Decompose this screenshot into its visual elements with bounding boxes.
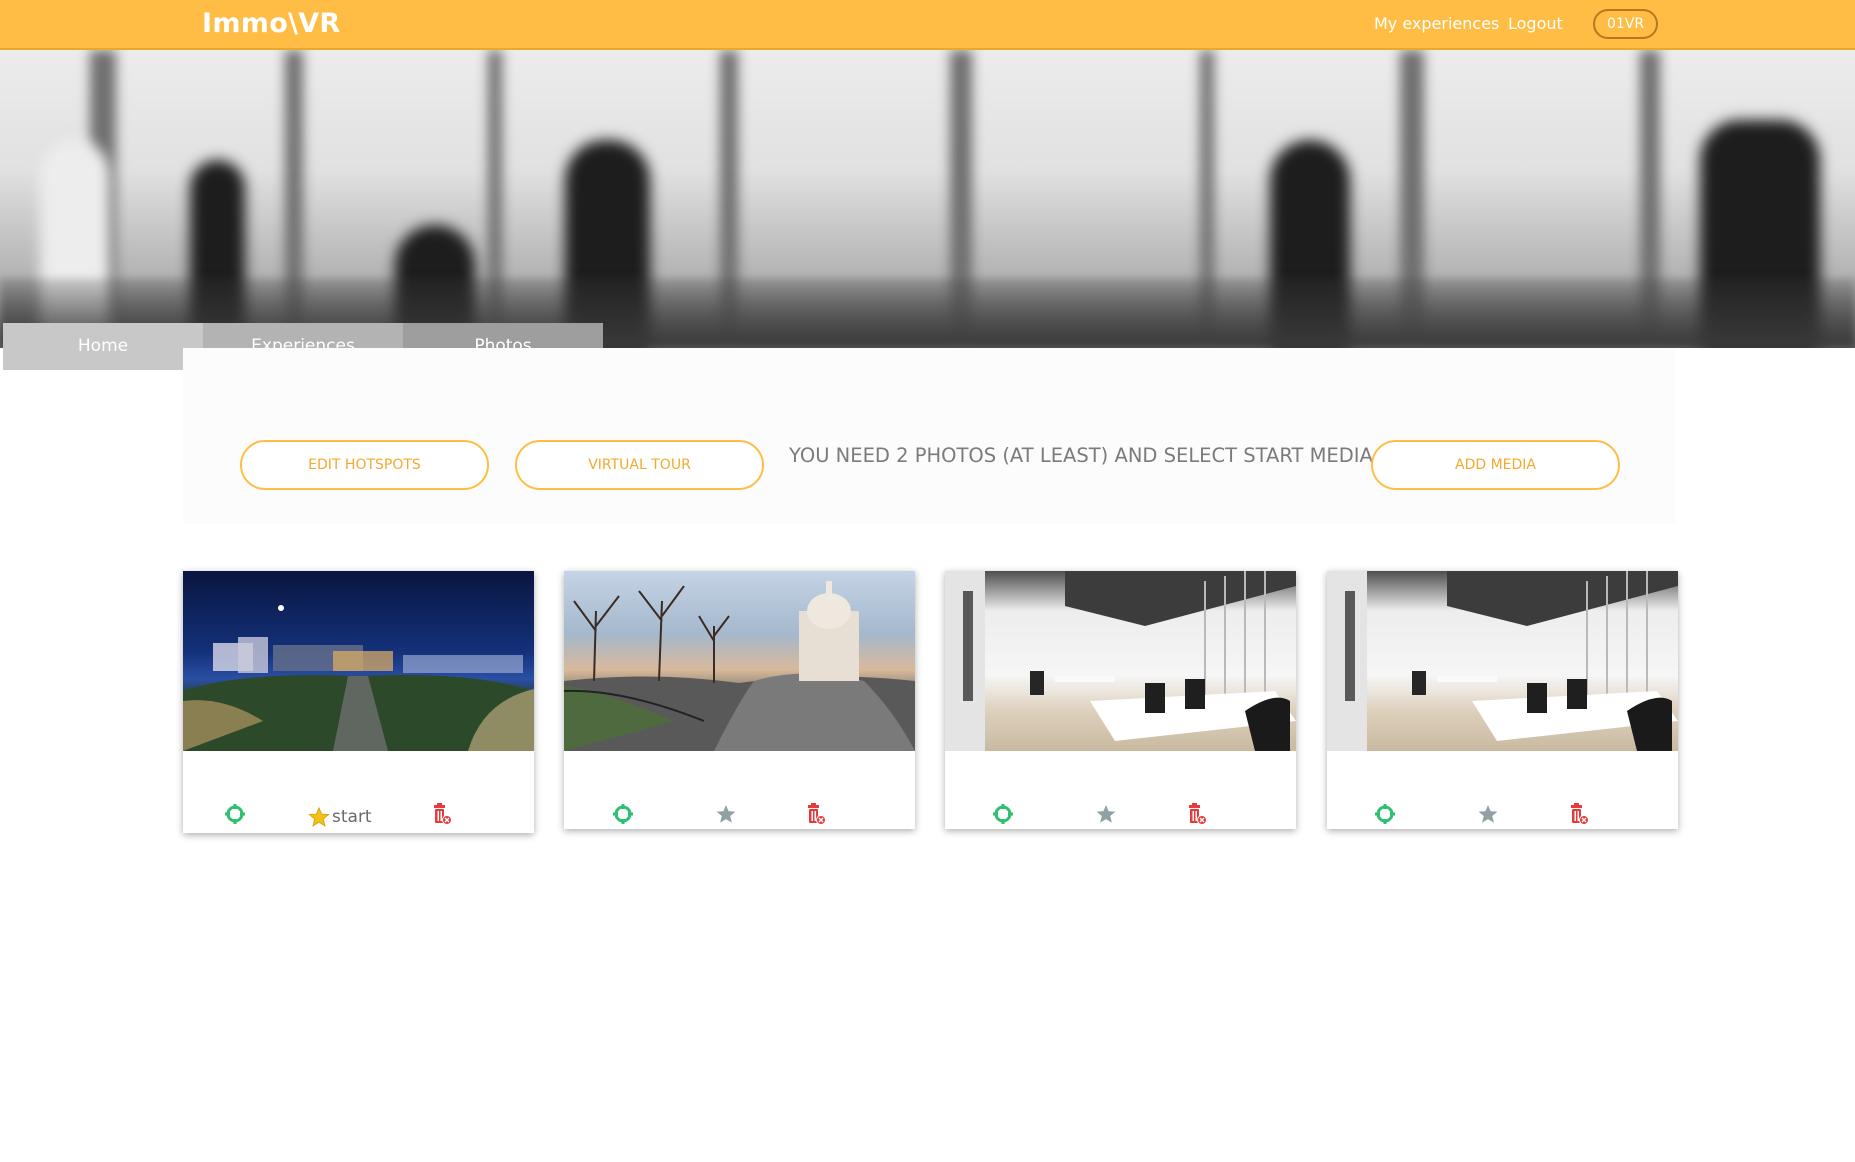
user-badge[interactable]: 01VR [1593,9,1658,39]
add-media-button[interactable]: ADD MEDIA [1371,440,1620,490]
night-city-panorama-image [183,605,534,751]
target-icon[interactable] [992,803,1014,825]
card-actions [564,751,915,829]
target-icon[interactable] [224,803,246,825]
start-label: start [332,807,372,827]
tab-home[interactable]: Home [3,323,203,370]
sacre-coeur-panorama-image [564,581,915,751]
media-thumbnail[interactable] [564,571,915,751]
office-panorama-image [1327,571,1678,751]
office-panorama-image [945,571,1296,751]
star-icon[interactable] [1095,803,1117,825]
media-card [564,571,915,829]
trash-icon[interactable] [1569,803,1589,825]
virtual-tour-button[interactable]: VIRTUAL TOUR [515,440,764,490]
star-icon [308,806,330,827]
card-actions [945,751,1296,829]
nav-logout[interactable]: Logout [1508,14,1563,33]
edit-hotspots-button[interactable]: EDIT HOTSPOTS [240,440,489,490]
media-thumbnail[interactable] [1327,571,1678,751]
card-actions: start [183,751,534,833]
top-navbar: Immo\VR My experiences Logout 01VR [0,0,1855,50]
star-icon[interactable] [715,803,737,825]
brand-logo[interactable]: Immo\VR [202,8,341,39]
nav-my-experiences[interactable]: My experiences [1374,14,1499,33]
card-actions [1327,751,1678,829]
target-icon[interactable] [1374,803,1396,825]
media-card [1327,571,1678,829]
hero-banner [0,50,1855,348]
trash-icon[interactable] [806,803,826,825]
star-icon[interactable] [1477,803,1499,825]
target-icon[interactable] [612,803,634,825]
trash-icon[interactable] [1187,803,1207,825]
start-media-toggle[interactable]: start [308,806,372,828]
media-card: start [183,571,534,833]
trash-icon[interactable] [432,803,452,825]
media-card [945,571,1296,829]
action-panel: EDIT HOTSPOTS VIRTUAL TOUR YOU NEED 2 PH… [183,348,1675,524]
media-thumbnail[interactable] [183,571,534,751]
media-thumbnail[interactable] [945,571,1296,751]
requirement-message: YOU NEED 2 PHOTOS (AT LEAST) AND SELECT … [789,444,1373,467]
